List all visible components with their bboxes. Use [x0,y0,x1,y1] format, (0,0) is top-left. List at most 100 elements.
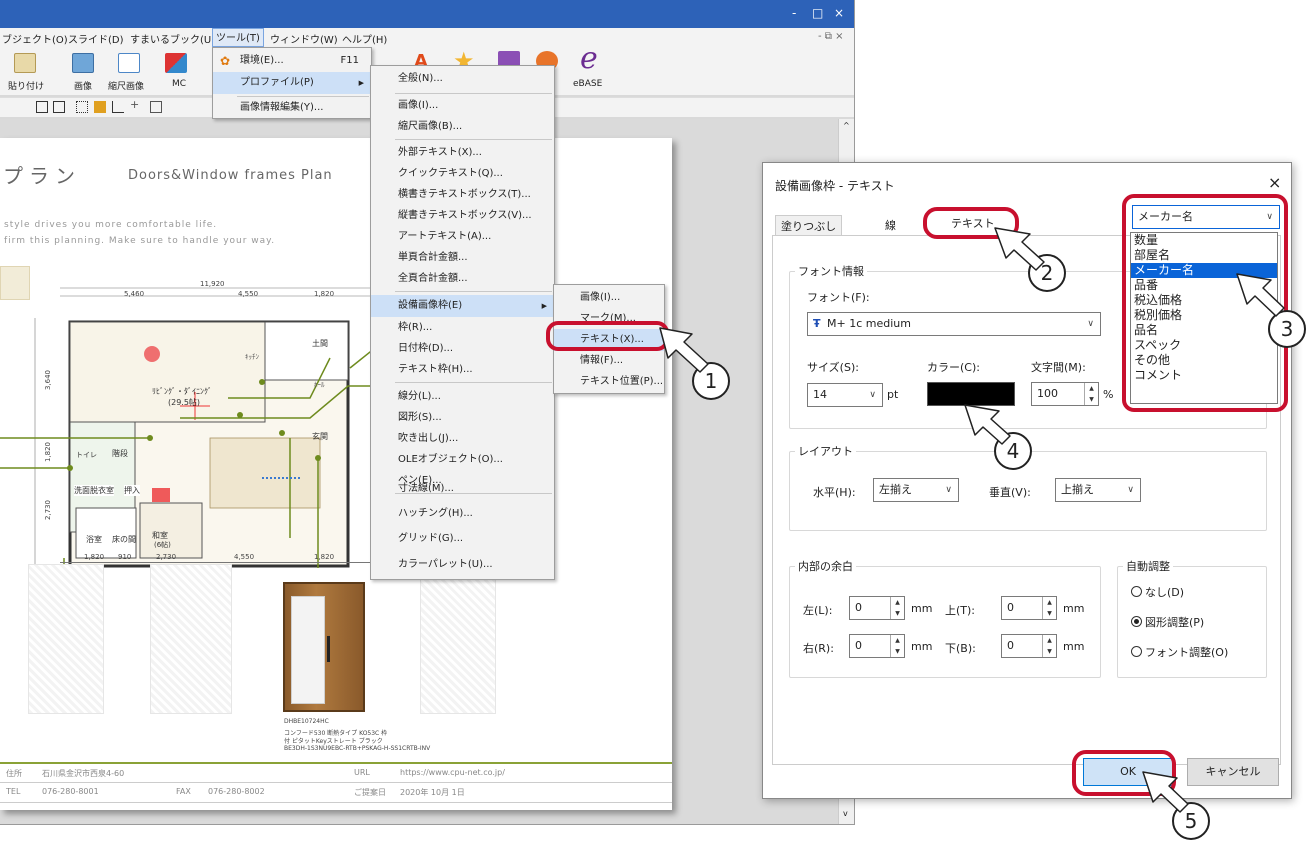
menu-item-environment[interactable]: ✿ 環境(E)... F11 [213,50,371,72]
ebase-label: eBASE [573,79,603,89]
footer-rule [0,762,672,764]
left-margin-spinner[interactable]: 0 ▲ ▼ [849,596,905,620]
scaled-image-label: 縮尺画像 [108,82,145,92]
top-margin-unit: mm [1063,602,1085,615]
profile-frame[interactable]: 枠(R)... [371,317,554,339]
top-margin-spinner[interactable]: 0 ▲ ▼ [1001,596,1057,620]
equip-image[interactable]: 画像(I)... [554,287,664,309]
spin-arrows-icon[interactable]: ▲ ▼ [1042,597,1056,619]
profile-grid[interactable]: グリッド(G)... [371,528,554,550]
chevron-down-icon: ∨ [945,485,952,495]
profile-equipment-frame[interactable]: 設備画像枠(E) ▶ [371,295,554,317]
profile-horizontal-textbox[interactable]: 横書きテキストボックス(T)... [371,184,554,206]
image-icon[interactable] [72,53,94,73]
bottom-margin-spinner[interactable]: 0 ▲ ▼ [1001,634,1057,658]
maximize-button[interactable]: □ [812,6,823,20]
frame2-tool-icon[interactable] [53,101,65,113]
door-note-2: 付 ピタットKeyストレート ブラック [284,738,383,745]
radio-shape-adjust[interactable]: 図形調整(P) [1131,614,1204,630]
tab-line[interactable]: 線 [873,215,908,235]
right-margin-value: 0 [855,639,862,652]
menu-smile-book[interactable]: すまいるブック(U) [130,31,215,46]
vertical-combo[interactable]: 上揃え ∨ [1055,478,1141,502]
right-margin-unit: mm [911,640,933,653]
close-button[interactable]: × [834,6,844,20]
room-kitchen: ｷｯﾁﾝ [245,353,259,361]
room-bath: 浴室 [86,535,102,544]
ruler-tool-icon[interactable] [94,101,106,113]
radio-none[interactable]: なし(D) [1131,584,1184,600]
paste-icon[interactable] [14,53,36,73]
profile-hatching[interactable]: ハッチング(H)... [371,503,554,525]
equipment-frame-3[interactable] [420,564,496,714]
profile-quick-text[interactable]: クイックテキスト(Q)... [371,163,554,185]
equip-text-position[interactable]: テキスト位置(P)... [554,371,664,393]
size-combo[interactable]: 14 ∨ [807,383,883,407]
spacing-value: 100 [1037,387,1058,400]
profile-color-palette[interactable]: カラーパレット(U)... [371,554,554,576]
highlight-text-menu [546,321,669,351]
footer-url: https://www.cpu-net.co.jp/ [400,768,505,777]
room-entrance: 玄関 [312,432,328,441]
horizontal-combo[interactable]: 左揃え ∨ [873,478,959,502]
color-picker-button[interactable] [927,382,1015,406]
minimize-button[interactable]: - [792,6,796,20]
profile-page-total[interactable]: 単頁合計金額... [371,247,554,269]
profile-shape[interactable]: 図形(S)... [371,407,554,429]
profile-dimension[interactable]: 寸法線(M)... [371,478,554,500]
tab-fill[interactable]: 塗りつぶし [775,215,843,236]
spin-arrows-icon[interactable]: ▲ ▼ [1042,635,1056,657]
mc-icon[interactable] [165,53,187,73]
spin-arrows-icon[interactable]: ▲ ▼ [890,635,904,657]
spacing-spinner[interactable]: 100 ▲ ▼ [1031,382,1099,406]
room-closet: 押入 [124,485,140,496]
profile-art-text[interactable]: アートテキスト(A)... [371,226,554,248]
equipment-frame-1[interactable] [28,564,104,714]
scroll-up-icon[interactable]: ^ [843,121,850,130]
plus-tool-icon[interactable]: + [130,98,139,111]
presentation-page: プラン Doors&Window frames Plan style drive… [0,138,672,810]
menu-slide[interactable]: スライド(D) [68,31,124,46]
dialog-close-icon[interactable]: × [1268,173,1281,192]
profile-ole[interactable]: OLEオブジェクト(O)... [371,449,554,471]
ebase-icon[interactable]: e [580,41,598,76]
right-margin-spinner[interactable]: 0 ▲ ▼ [849,634,905,658]
profile-all-total[interactable]: 全頁合計金額... [371,268,554,290]
spin-arrows-icon[interactable]: ▲ ▼ [1084,383,1098,405]
profile-date-frame[interactable]: 日付枠(D)... [371,338,554,360]
menu-help[interactable]: ヘルプ(H) [342,31,387,46]
footer-divider [0,782,672,783]
menu-item-image-info[interactable]: 画像情報編集(Y)... [213,97,371,119]
paste-label: 貼り付け [8,82,45,92]
menu-object[interactable]: ブジェクト(O) [2,31,68,46]
frame-tool-icon[interactable] [36,101,48,113]
profile-line[interactable]: 線分(L)... [371,386,554,408]
scaled-image-icon[interactable] [118,53,140,73]
profile-image[interactable]: 画像(I)... [371,95,554,117]
profile-balloon[interactable]: 吹き出し(J)... [371,428,554,450]
gear-icon: ✿ [220,54,231,68]
dim-bottom-0: 1,820 [84,553,105,561]
profile-external-text[interactable]: 外部テキスト(X)... [371,142,554,164]
radio-font-adjust[interactable]: フォント調整(O) [1131,644,1228,660]
equipment-frame-2[interactable] [150,564,232,714]
align-tool-icon[interactable] [112,101,124,113]
menu-tools[interactable]: ツール(T) [212,28,264,47]
profile-vertical-textbox[interactable]: 縦書きテキストボックス(V)... [371,205,554,227]
grid-tool-icon[interactable] [76,101,88,113]
door-image[interactable] [283,582,365,712]
equip-info[interactable]: 情報(F)... [554,350,664,372]
page-tool-icon[interactable] [150,101,162,113]
menu-window[interactable]: ウィンドウ(W) [270,31,338,46]
profile-general[interactable]: 全般(N)... [371,68,554,90]
footer-url-label: URL [354,768,370,777]
menu-item-profile[interactable]: プロファイル(P) ▶ [213,72,371,94]
cancel-button[interactable]: キャンセル [1187,758,1279,786]
spin-arrows-icon[interactable]: ▲ ▼ [890,597,904,619]
profile-scaled-image[interactable]: 縮尺画像(B)... [371,116,554,138]
mdi-controls[interactable]: - ⧉ × [818,31,844,42]
profile-text-frame[interactable]: テキスト枠(H)... [371,359,554,381]
menu-separator [395,291,552,292]
font-combo[interactable]: Ŧ M+ 1c medium ∨ [807,312,1101,336]
scroll-down-icon[interactable]: v [843,809,848,818]
